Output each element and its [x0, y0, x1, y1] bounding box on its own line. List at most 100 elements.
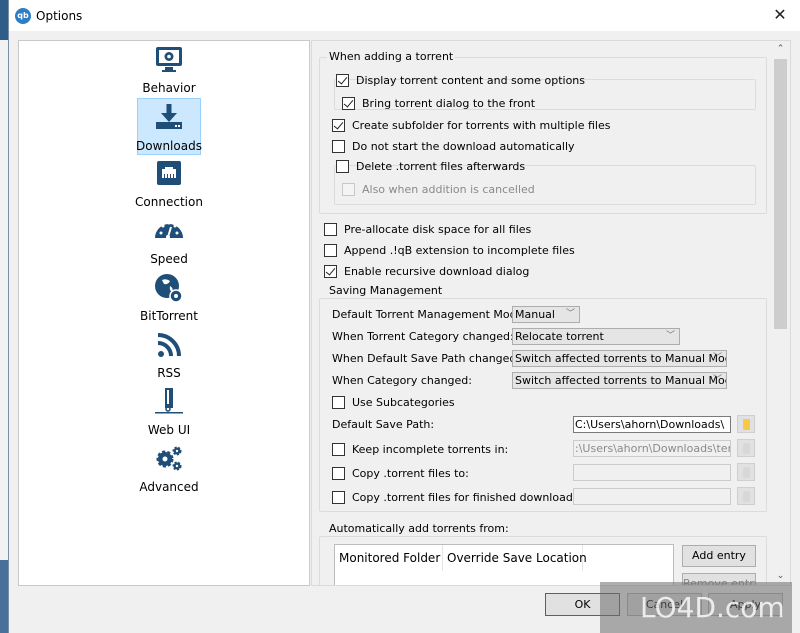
copy-torrent-option[interactable]: Copy .torrent files to: — [332, 465, 469, 481]
sidebar-item-label: Connection — [135, 195, 203, 209]
display-content-checkbox[interactable] — [336, 73, 349, 87]
chevron-down-icon: ﹀ — [665, 331, 675, 341]
web-server-icon — [155, 388, 183, 414]
default-save-path-label: Default Save Path: — [332, 418, 435, 431]
browse-incomplete-button — [737, 439, 755, 457]
delete-torrent-option[interactable]: Delete .torrent files afterwards — [336, 158, 525, 174]
options-dialog: qb Options ✕ Behavior Downloads Connecti… — [8, 0, 800, 633]
delete-torrent-checkbox[interactable] — [336, 159, 349, 173]
scrollbar-thumb[interactable] — [774, 59, 787, 329]
auto-add-title: Automatically add torrents from: — [327, 522, 511, 535]
recursive-label: Enable recursive download dialog — [344, 264, 530, 278]
column-override-save-location[interactable]: Override Save Location — [443, 545, 587, 571]
folder-icon — [743, 419, 750, 430]
sidebar-item-rss[interactable]: RSS — [137, 326, 201, 383]
scroll-up-arrow-icon[interactable]: ⌃ — [772, 41, 789, 58]
chevron-down-icon: ﹀ — [565, 309, 575, 319]
add-entry-button[interactable]: Add entry — [682, 545, 756, 567]
cat-changed-value: Switch affected torrents to Manual Mode — [515, 374, 727, 387]
display-content-option[interactable]: Display torrent content and some options — [336, 72, 585, 88]
append-ext-checkbox[interactable] — [324, 243, 337, 257]
display-content-label: Display torrent content and some options — [356, 73, 586, 87]
category-changed-value: Relocate torrent — [515, 330, 604, 343]
sidebar-item-label: Downloads — [136, 139, 202, 153]
sidebar-item-label: Web UI — [147, 423, 191, 437]
download-icon — [156, 104, 182, 129]
also-cancelled-option: Also when addition is cancelled — [342, 181, 535, 197]
sidebar-item-label: Advanced — [139, 480, 199, 494]
folder-icon — [743, 491, 750, 502]
no-autostart-checkbox[interactable] — [332, 139, 345, 153]
copy-finished-label: Copy .torrent files for finished downloa… — [352, 490, 597, 504]
options-sidebar: Behavior Downloads Connection Speed BitT… — [18, 40, 310, 586]
sidebar-item-speed[interactable]: Speed — [137, 212, 201, 269]
append-ext-option[interactable]: Append .!qB extension to incomplete file… — [324, 242, 575, 258]
monitor-gear-icon — [156, 47, 182, 72]
watermark-logo: LO4D.com — [600, 582, 792, 633]
mode-label: Default Torrent Management Mode: — [332, 308, 528, 321]
sidebar-item-connection[interactable]: Connection — [135, 155, 203, 212]
create-subfolder-option[interactable]: Create subfolder for torrents with multi… — [332, 117, 610, 133]
copy-torrent-checkbox[interactable] — [332, 466, 345, 480]
subcategories-option[interactable]: Use Subcategories — [332, 394, 455, 410]
sidebar-item-web-ui[interactable]: Web UI — [137, 383, 201, 440]
copy-torrent-input — [573, 464, 731, 481]
folder-icon — [743, 467, 750, 478]
copy-finished-option[interactable]: Copy .torrent files for finished downloa… — [332, 489, 597, 505]
category-changed-label: When Torrent Category changed: — [332, 330, 514, 343]
sidebar-item-behavior[interactable]: Behavior — [137, 41, 201, 98]
bring-front-checkbox[interactable] — [342, 96, 355, 110]
keep-incomplete-option[interactable]: Keep incomplete torrents in: — [332, 441, 508, 457]
no-autostart-option[interactable]: Do not start the download automatically — [332, 138, 575, 154]
mode-select[interactable]: Manual ﹀ — [512, 306, 580, 323]
category-changed-select[interactable]: Relocate torrent ﹀ — [512, 328, 680, 345]
sidebar-item-downloads[interactable]: Downloads — [136, 98, 202, 155]
close-button[interactable]: ✕ — [770, 5, 790, 25]
keep-incomplete-checkbox[interactable] — [332, 442, 345, 456]
sidebar-item-label: RSS — [157, 366, 181, 380]
cat-changed-select[interactable]: Switch affected torrents to Manual Mode … — [512, 372, 727, 389]
subcategories-checkbox[interactable] — [332, 395, 345, 409]
also-cancelled-label: Also when addition is cancelled — [362, 182, 535, 196]
browse-copy-finished-button — [737, 487, 755, 505]
preallocate-option[interactable]: Pre-allocate disk space for all files — [324, 221, 531, 237]
sidebar-item-label: BitTorrent — [140, 309, 198, 323]
default-save-path-input[interactable]: C:\Users\ahorn\Downloads\ — [573, 416, 731, 433]
column-monitored-folder[interactable]: Monitored Folder — [335, 545, 443, 571]
globe-gear-icon — [155, 274, 183, 303]
adding-torrent-group-title: When adding a torrent — [327, 50, 456, 63]
default-path-changed-select[interactable]: Switch affected torrents to Manual Mode … — [512, 350, 727, 367]
create-subfolder-checkbox[interactable] — [332, 118, 345, 132]
browse-default-save-button[interactable] — [737, 415, 755, 433]
mode-select-value: Manual — [515, 308, 555, 321]
copy-torrent-label: Copy .torrent files to: — [352, 466, 469, 480]
copy-finished-input — [573, 488, 731, 505]
subcategories-label: Use Subcategories — [352, 395, 455, 409]
keep-incomplete-input: :\Users\ahorn\Downloads\temp\ — [573, 440, 731, 457]
gears-icon — [156, 446, 182, 471]
folder-icon — [743, 443, 750, 454]
window-title: Options — [36, 8, 83, 23]
default-path-changed-value: Switch affected torrents to Manual Mode — [515, 352, 727, 365]
preallocate-checkbox[interactable] — [324, 222, 337, 236]
ethernet-port-icon — [157, 161, 181, 185]
cat-changed-label: When Category changed: — [332, 374, 472, 387]
keep-incomplete-label: Keep incomplete torrents in: — [352, 442, 509, 456]
browse-copy-torrent-button — [737, 463, 755, 481]
downloads-settings-panel: When adding a torrent Display torrent co… — [311, 40, 791, 586]
default-path-changed-label: When Default Save Path changed: — [332, 352, 521, 365]
vertical-scrollbar[interactable]: ⌃ ⌄ — [772, 41, 789, 585]
also-cancelled-checkbox — [342, 182, 355, 196]
title-bar: qb Options ✕ — [9, 0, 800, 31]
monitored-folders-list[interactable]: Monitored Folder Override Save Location — [334, 544, 674, 585]
recursive-checkbox[interactable] — [324, 264, 337, 278]
qbittorrent-logo-icon: qb — [15, 7, 31, 24]
recursive-option[interactable]: Enable recursive download dialog — [324, 263, 529, 279]
bring-front-option[interactable]: Bring torrent dialog to the front — [342, 95, 535, 111]
copy-finished-checkbox[interactable] — [332, 490, 345, 504]
preallocate-label: Pre-allocate disk space for all files — [344, 222, 532, 236]
saving-management-title: Saving Management — [327, 284, 445, 297]
sidebar-item-advanced[interactable]: Advanced — [137, 440, 201, 497]
chevron-down-icon: ﹀ — [712, 375, 722, 385]
sidebar-item-bittorrent[interactable]: BitTorrent — [137, 269, 201, 326]
